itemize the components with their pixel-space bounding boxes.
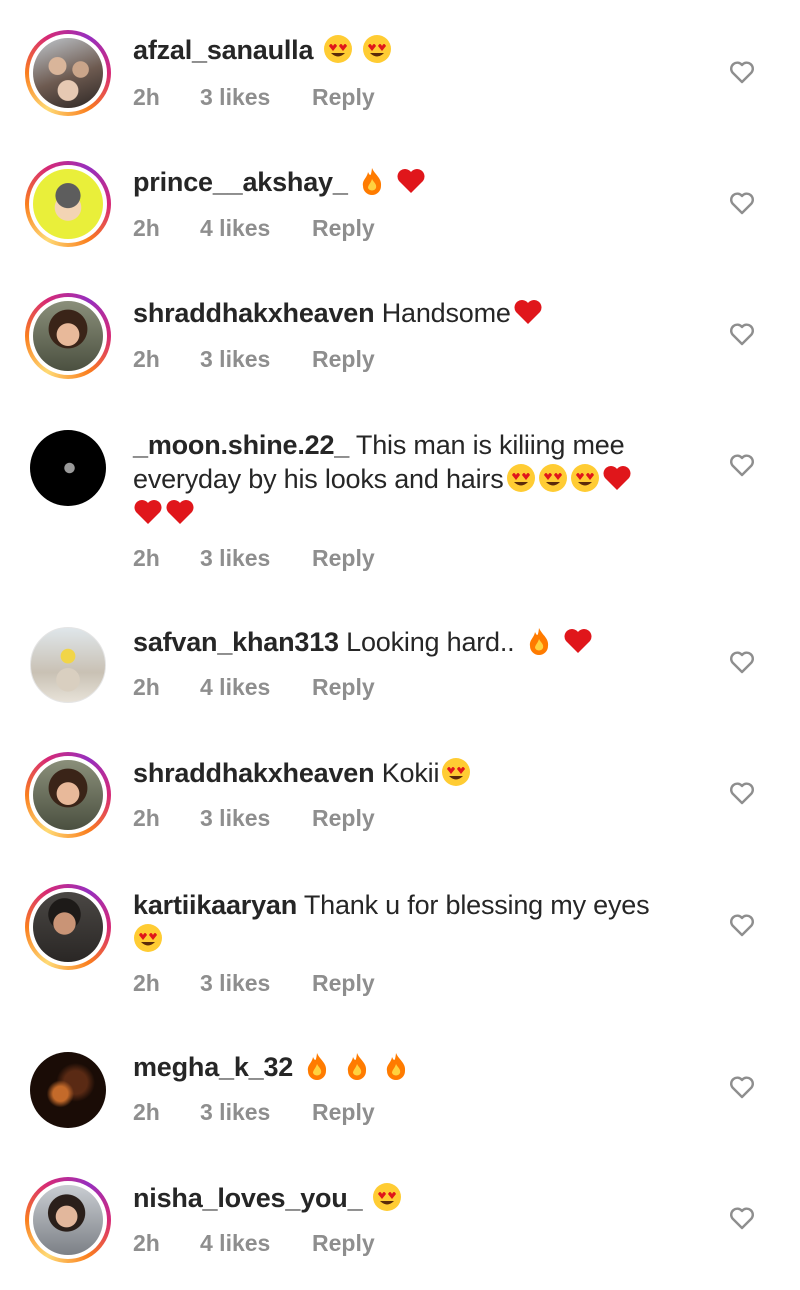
emoji-group [300, 1052, 411, 1082]
cartoon-avatar[interactable] [33, 169, 103, 239]
comment-username[interactable]: afzal_sanaulla [133, 35, 313, 65]
dark-portrait-avatar[interactable] [30, 1052, 106, 1128]
comment-username[interactable]: nisha_loves_you_ [133, 1183, 363, 1213]
comment-time: 2h [133, 1099, 160, 1125]
emoji-group [370, 1183, 402, 1213]
avatar-frame[interactable] [25, 622, 111, 708]
man-portrait-avatar[interactable] [33, 892, 103, 962]
comment-likes[interactable]: 3 likes [200, 545, 312, 572]
red-heart-emoji [134, 500, 162, 524]
comment-username[interactable]: kartiikaaryan [133, 890, 297, 920]
story-ring[interactable] [25, 752, 111, 838]
comment-time: 2h [133, 84, 160, 110]
reply-button[interactable]: Reply [312, 346, 375, 373]
comment-time: 2h [133, 1230, 160, 1256]
emoji-group [321, 35, 392, 65]
comment-time: 2h [133, 215, 160, 241]
avatar-frame[interactable] [25, 1047, 111, 1133]
heart-eyes-emoji [323, 35, 352, 63]
heart-outline-icon[interactable] [729, 650, 755, 674]
comment-username[interactable]: safvan_khan313 [133, 627, 339, 657]
comment-likes[interactable]: 3 likes [200, 84, 312, 111]
comment-likes[interactable]: 4 likes [200, 215, 312, 242]
comment-likes[interactable]: 4 likes [200, 674, 312, 701]
heart-outline-icon[interactable] [729, 1075, 755, 1099]
heart-eyes-emoji [570, 464, 599, 492]
comment-username[interactable]: prince__akshay_ [133, 167, 348, 197]
heart-outline-icon[interactable] [729, 322, 755, 346]
comment-username[interactable]: shraddhakxheaven [133, 758, 375, 788]
heart-outline-icon[interactable] [729, 60, 755, 84]
heart-eyes-emoji [506, 464, 535, 492]
reply-button[interactable]: Reply [312, 215, 375, 242]
comment-likes[interactable]: 3 likes [200, 346, 312, 373]
story-ring[interactable] [25, 30, 111, 116]
red-heart-emoji [603, 466, 630, 490]
fire-emoji [347, 1053, 366, 1080]
woman-portrait-avatar[interactable] [33, 760, 103, 830]
red-heart-emoji [564, 629, 592, 653]
fire-emoji [386, 1053, 406, 1080]
red-heart-emoji [166, 500, 194, 524]
reply-button[interactable]: Reply [312, 970, 375, 997]
emoji-group [439, 758, 471, 788]
comment-username[interactable]: _moon.shine.22_ [133, 430, 349, 460]
comment-time: 2h [133, 970, 160, 996]
comment-message: Thank u for blessing my eyes [303, 890, 650, 920]
comment-time: 2h [133, 674, 160, 700]
fire-emoji [529, 628, 548, 655]
heart-eyes-emoji [362, 35, 391, 63]
comments-list: afzal_sanaulla 2h 3 likes Reply prince__ak… [0, 0, 800, 1290]
comment-time: 2h [133, 545, 160, 571]
comment-likes[interactable]: 3 likes [200, 970, 312, 997]
moon-avatar[interactable] [30, 430, 106, 506]
comment-message: Kokii [381, 758, 440, 788]
reply-button[interactable]: Reply [312, 805, 375, 832]
heart-outline-icon[interactable] [729, 191, 755, 215]
fire-emoji [308, 1053, 327, 1080]
reply-button[interactable]: Reply [312, 674, 375, 701]
story-ring[interactable] [25, 161, 111, 247]
heart-outline-icon[interactable] [729, 913, 755, 937]
emoji-group [522, 627, 593, 657]
woman-portrait-avatar[interactable] [33, 301, 103, 371]
emoji-group [355, 167, 426, 197]
comment-likes[interactable]: 4 likes [200, 1230, 312, 1257]
emoji-group [511, 298, 543, 328]
comment-message: Handsome [381, 298, 511, 328]
comment-username[interactable]: megha_k_32 [133, 1052, 293, 1082]
woman-selfie-avatar[interactable] [33, 1185, 103, 1255]
red-heart-emoji [397, 169, 425, 193]
heart-eyes-emoji [538, 464, 567, 492]
reply-button[interactable]: Reply [312, 1099, 375, 1126]
reply-button[interactable]: Reply [312, 545, 375, 572]
comment-time: 2h [133, 805, 160, 831]
heart-eyes-emoji [134, 924, 162, 952]
red-heart-emoji [514, 300, 542, 324]
family-photo-avatar[interactable] [33, 38, 103, 108]
heart-outline-icon[interactable] [729, 781, 755, 805]
comment-time: 2h [133, 346, 160, 372]
heart-eyes-emoji [372, 1183, 401, 1211]
story-ring[interactable] [25, 884, 111, 970]
heart-eyes-emoji [442, 758, 471, 786]
emoji-group [133, 924, 163, 954]
outdoor-photo-avatar[interactable] [30, 627, 106, 703]
story-ring[interactable] [25, 1177, 111, 1263]
comment-message: Looking hard.. [346, 627, 515, 657]
reply-button[interactable]: Reply [312, 1230, 375, 1257]
fire-emoji [362, 168, 382, 195]
story-ring[interactable] [25, 293, 111, 379]
heart-outline-icon[interactable] [729, 1206, 755, 1230]
heart-outline-icon[interactable] [729, 453, 755, 477]
comment-likes[interactable]: 3 likes [200, 1099, 312, 1126]
avatar-frame[interactable] [25, 425, 111, 511]
reply-button[interactable]: Reply [312, 84, 375, 111]
comment-likes[interactable]: 3 likes [200, 805, 312, 832]
comment-username[interactable]: shraddhakxheaven [133, 298, 375, 328]
